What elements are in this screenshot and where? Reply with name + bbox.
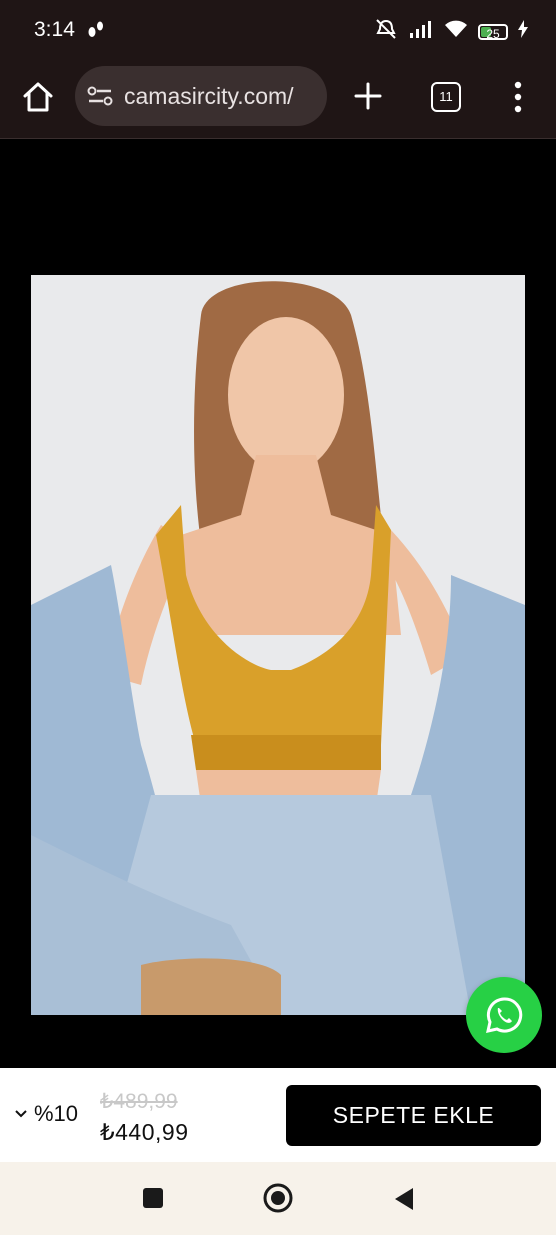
tab-switcher-button[interactable]: 11 — [431, 82, 461, 112]
purchase-bar: %10 ₺489,99 ₺440,99 SEPETE EKLE — [0, 1068, 556, 1162]
whatsapp-icon — [486, 997, 523, 1033]
browser-toolbar: camasircity.com/ 11 — [0, 60, 556, 139]
battery-icon: 25 — [478, 23, 508, 41]
plus-icon — [354, 82, 382, 110]
battery-level: 25 — [486, 26, 500, 41]
home-circle-icon — [263, 1183, 293, 1213]
current-price: ₺440,99 — [100, 1119, 189, 1145]
wifi-icon — [444, 19, 468, 44]
status-time: 3:14 — [34, 18, 75, 41]
activity-icon — [86, 18, 106, 45]
system-nav-bar — [0, 1162, 556, 1235]
home-nav-button[interactable] — [263, 1183, 293, 1213]
tune-icon[interactable] — [87, 86, 113, 111]
product-image[interactable] — [31, 275, 525, 1015]
home-icon — [23, 82, 53, 112]
new-tab-button[interactable] — [352, 80, 384, 112]
status-icons: 25 — [374, 18, 528, 45]
discount-label: %10 — [34, 1101, 79, 1126]
chevron-down-icon — [15, 1110, 27, 1118]
mute-icon — [374, 18, 398, 45]
url-text: camasircity.com/ — [124, 83, 294, 109]
back-button[interactable] — [393, 1186, 415, 1212]
home-button[interactable] — [20, 79, 56, 115]
status-bar: 3:14 25 — [0, 0, 556, 60]
discount-toggle[interactable]: %10 — [14, 1101, 78, 1127]
whatsapp-button[interactable] — [466, 977, 542, 1053]
old-price: ₺489,99 — [100, 1090, 178, 1113]
address-bar[interactable]: camasircity.com/ — [75, 66, 327, 126]
recents-button[interactable] — [143, 1188, 163, 1208]
charging-icon — [518, 20, 528, 43]
back-triangle-icon — [395, 1188, 413, 1210]
more-vert-icon — [514, 81, 522, 113]
add-to-cart-button[interactable]: SEPETE EKLE — [286, 1085, 541, 1146]
product-gallery — [0, 139, 556, 1068]
signal-icon — [408, 19, 434, 44]
menu-button[interactable] — [506, 80, 530, 114]
